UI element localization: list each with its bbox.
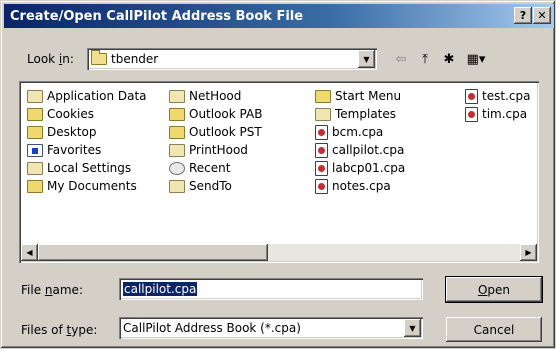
list-item[interactable]: Outlook PAB	[169, 105, 262, 123]
file-column-2: NetHood Outlook PAB Outlook PST PrintHoo…	[169, 87, 262, 195]
close-button[interactable]: ✕	[533, 7, 551, 24]
view-menu-icon[interactable]: ▦▾	[463, 49, 489, 69]
cpa-file-icon	[315, 124, 328, 140]
files-of-type-label: Files of type:	[21, 323, 98, 337]
list-item[interactable]: bcm.cpa	[315, 123, 405, 141]
list-item[interactable]: callpilot.cpa	[315, 141, 405, 159]
file-column-1: Application Data Cookies Desktop Favorit…	[27, 87, 147, 195]
look-in-dropdown[interactable]: tbender ▼	[87, 48, 377, 70]
scrollbar-thumb[interactable]	[38, 244, 268, 261]
folder-icon	[315, 107, 331, 121]
list-item[interactable]: Cookies	[27, 105, 147, 123]
folder-icon	[315, 89, 331, 103]
list-item[interactable]: labcp01.cpa	[315, 159, 405, 177]
file-type-dropdown[interactable]: CallPilot Address Book (*.cpa) ▼	[119, 317, 423, 339]
cancel-button[interactable]: Cancel	[446, 317, 542, 342]
scroll-left-icon[interactable]: ◀	[21, 244, 38, 261]
list-item[interactable]: test.cpa	[465, 87, 530, 105]
list-item[interactable]: SendTo	[169, 177, 262, 195]
chevron-down-icon[interactable]: ▼	[404, 319, 421, 337]
file-name-label: File name:	[21, 283, 83, 297]
list-item[interactable]: Local Settings	[27, 159, 147, 177]
file-name-input[interactable]: callpilot.cpa	[119, 278, 423, 300]
list-item[interactable]: Templates	[315, 105, 405, 123]
list-item[interactable]: Favorites	[27, 141, 147, 159]
folder-icon	[27, 89, 43, 103]
folder-icon	[27, 179, 43, 193]
cpa-file-icon	[315, 142, 328, 158]
list-item[interactable]: Outlook PST	[169, 123, 262, 141]
folder-icon	[169, 179, 185, 193]
list-item[interactable]: Application Data	[27, 87, 147, 105]
title-bar[interactable]: Create/Open CallPilot Address Book File …	[4, 4, 554, 28]
new-folder-icon[interactable]: ✱	[439, 49, 459, 69]
folder-icon	[169, 89, 185, 103]
favorites-icon	[27, 143, 43, 157]
recent-icon	[169, 161, 185, 175]
list-item[interactable]: Desktop	[27, 123, 147, 141]
file-list[interactable]: Application Data Cookies Desktop Favorit…	[19, 81, 539, 263]
file-column-4: test.cpa tim.cpa	[465, 87, 530, 123]
look-in-value: tbender	[111, 52, 159, 66]
folder-icon	[169, 125, 185, 139]
folder-icon	[91, 50, 107, 65]
list-item[interactable]: PrintHood	[169, 141, 262, 159]
look-in-label: Look in:	[27, 52, 74, 66]
cpa-file-icon	[315, 178, 328, 194]
up-folder-icon[interactable]: ⤒	[415, 49, 435, 69]
folder-icon	[169, 107, 185, 121]
list-item[interactable]: NetHood	[169, 87, 262, 105]
folder-icon	[27, 107, 43, 121]
open-button[interactable]: Open	[445, 276, 543, 303]
folder-icon	[27, 125, 43, 139]
back-icon[interactable]: ⇦	[391, 49, 411, 69]
file-column-3: Start Menu Templates bcm.cpa callpilot.c…	[315, 87, 405, 195]
cpa-file-icon	[465, 106, 478, 122]
help-button[interactable]: ?	[514, 7, 532, 24]
file-type-value: CallPilot Address Book (*.cpa)	[123, 321, 301, 335]
chevron-down-icon[interactable]: ▼	[358, 50, 375, 68]
list-item[interactable]: tim.cpa	[465, 105, 530, 123]
list-item[interactable]: Start Menu	[315, 87, 405, 105]
scroll-right-icon[interactable]: ▶	[520, 244, 537, 261]
cpa-file-icon	[465, 88, 478, 104]
list-item[interactable]: My Documents	[27, 177, 147, 195]
cpa-file-icon	[315, 160, 328, 176]
file-name-value: callpilot.cpa	[123, 282, 198, 296]
open-file-dialog: Create/Open CallPilot Address Book File …	[0, 0, 556, 349]
folder-icon	[27, 161, 43, 175]
list-item[interactable]: Recent	[169, 159, 262, 177]
horizontal-scrollbar[interactable]: ◀ ▶	[21, 244, 537, 261]
dialog-title: Create/Open CallPilot Address Book File	[10, 8, 304, 24]
list-item[interactable]: notes.cpa	[315, 177, 405, 195]
folder-icon	[169, 143, 185, 157]
